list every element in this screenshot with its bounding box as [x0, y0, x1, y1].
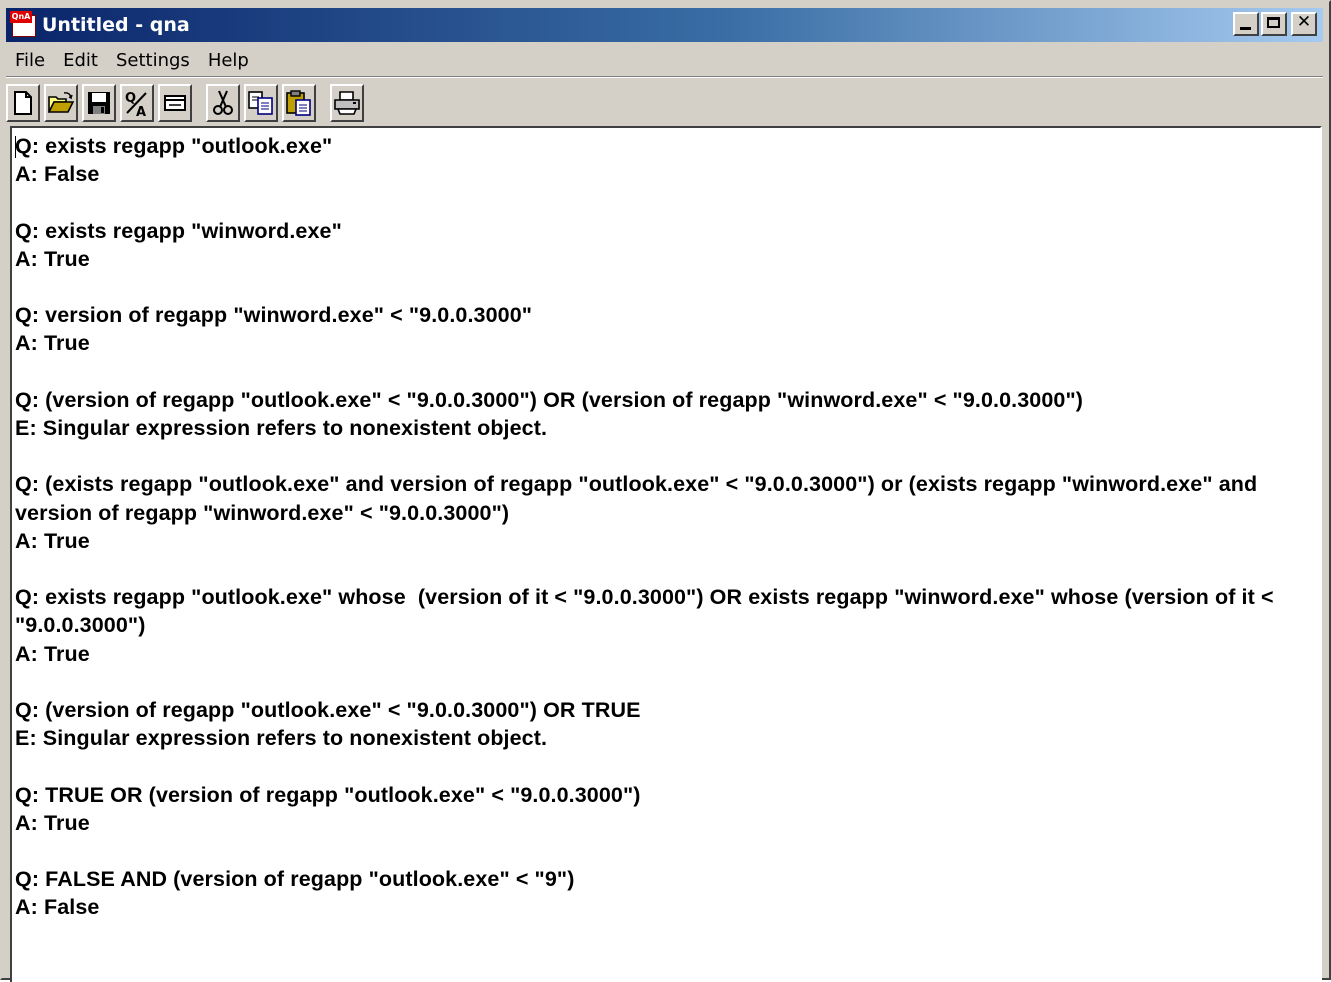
paste-icon [286, 90, 311, 116]
window-title: Untitled - qna [42, 14, 190, 36]
maximize-icon [1267, 17, 1280, 28]
open-button[interactable] [44, 84, 78, 122]
save-icon [88, 92, 110, 114]
new-document-icon [14, 91, 32, 115]
menu-bar: File Edit Settings Help [6, 46, 1323, 77]
app-icon-label: QnA [10, 11, 32, 23]
menu-settings[interactable]: Settings [107, 47, 199, 75]
menu-edit[interactable]: Edit [54, 47, 107, 75]
close-button[interactable]: ✕ [1291, 12, 1317, 36]
print-button[interactable] [330, 84, 364, 122]
open-folder-icon [48, 92, 74, 113]
text-caret [15, 136, 16, 158]
print-icon [334, 91, 360, 115]
window-icon [164, 95, 186, 111]
toolbar: Q A [6, 82, 1323, 124]
window-button[interactable] [158, 84, 192, 122]
copy-button[interactable] [244, 84, 278, 122]
evaluate-button[interactable]: Q A [120, 84, 154, 122]
menu-help[interactable]: Help [199, 47, 258, 75]
new-button[interactable] [6, 84, 40, 122]
paste-button[interactable] [282, 84, 316, 122]
close-icon: ✕ [1296, 12, 1312, 32]
save-button[interactable] [82, 84, 116, 122]
menu-file[interactable]: File [6, 47, 54, 75]
title-bar[interactable]: QnA Untitled - qna ✕ [6, 8, 1323, 42]
query-editor[interactable]: Q: exists regapp "outlook.exe" A: False … [10, 126, 1322, 982]
maximize-button[interactable] [1261, 12, 1287, 36]
minimize-icon [1240, 27, 1251, 30]
app-window: QnA Untitled - qna ✕ File Edit Settings … [0, 0, 1331, 982]
svg-text:A: A [136, 105, 146, 117]
minimize-button[interactable] [1233, 12, 1259, 36]
cut-button[interactable] [206, 84, 240, 122]
evaluate-qa-icon: Q A [125, 91, 147, 117]
svg-text:Q: Q [125, 91, 136, 106]
window-controls: ✕ [1231, 12, 1317, 36]
copy-icon [248, 91, 273, 115]
cut-icon [213, 90, 233, 115]
editor-content[interactable]: Q: exists regapp "outlook.exe" A: False … [15, 132, 1305, 922]
qna-app-icon[interactable]: QnA [10, 11, 38, 39]
